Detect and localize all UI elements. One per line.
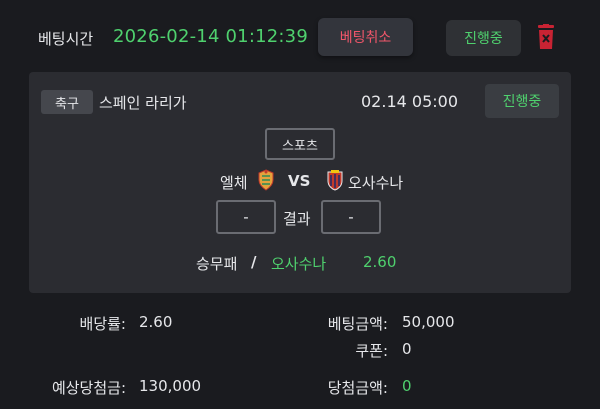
status-button[interactable]: 진행중 [446,20,521,56]
bet-separator: / [251,253,257,271]
expected-win-label: 예상당첨금: [51,379,126,397]
home-team-logo-icon [258,169,274,191]
cancel-bet-button[interactable]: 베팅취소 [318,18,413,56]
vs-label: VS [288,172,311,190]
coupon-label: 쿠폰: [355,342,388,360]
match-time: 02.14 05:00 [361,92,458,111]
bet-type-label: 승무패 [196,255,238,273]
bet-pick: 오사수나 [271,255,327,273]
away-team-logo-icon [327,170,343,191]
category-badge: 축구 [41,90,93,114]
away-team-name: 오사수나 [348,174,404,192]
trash-icon[interactable] [536,24,556,50]
bet-time-value: 2026-02-14 01:12:39 [113,26,308,47]
coupon-value: 0 [402,340,412,358]
bet-amount-value: 50,000 [402,313,455,331]
bet-card: 축구 스페인 라리가 02.14 05:00 진행중 스포츠 엘체 VS 오사수… [29,72,571,293]
sport-type-box: 스포츠 [265,128,335,160]
league-name: 스페인 라리가 [99,94,187,112]
match-status-button[interactable]: 진행중 [485,84,559,118]
win-amount-label: 당첨금액: [327,379,388,397]
home-team-name: 엘체 [220,174,248,192]
result-label: 결과 [283,210,311,228]
odds-label: 배당률: [79,315,126,333]
bet-time-label: 베팅시간 [38,30,94,48]
away-score-box: - [321,200,381,234]
odds-value: 2.60 [139,313,173,331]
bet-header: 베팅시간 2026-02-14 01:12:39 베팅취소 진행중 [0,0,600,72]
win-amount-value: 0 [402,377,412,395]
bet-pick-odds: 2.60 [363,253,397,271]
expected-win-value: 130,000 [139,377,202,395]
home-score-box: - [216,200,276,234]
bet-amount-label: 베팅금액: [327,315,388,333]
